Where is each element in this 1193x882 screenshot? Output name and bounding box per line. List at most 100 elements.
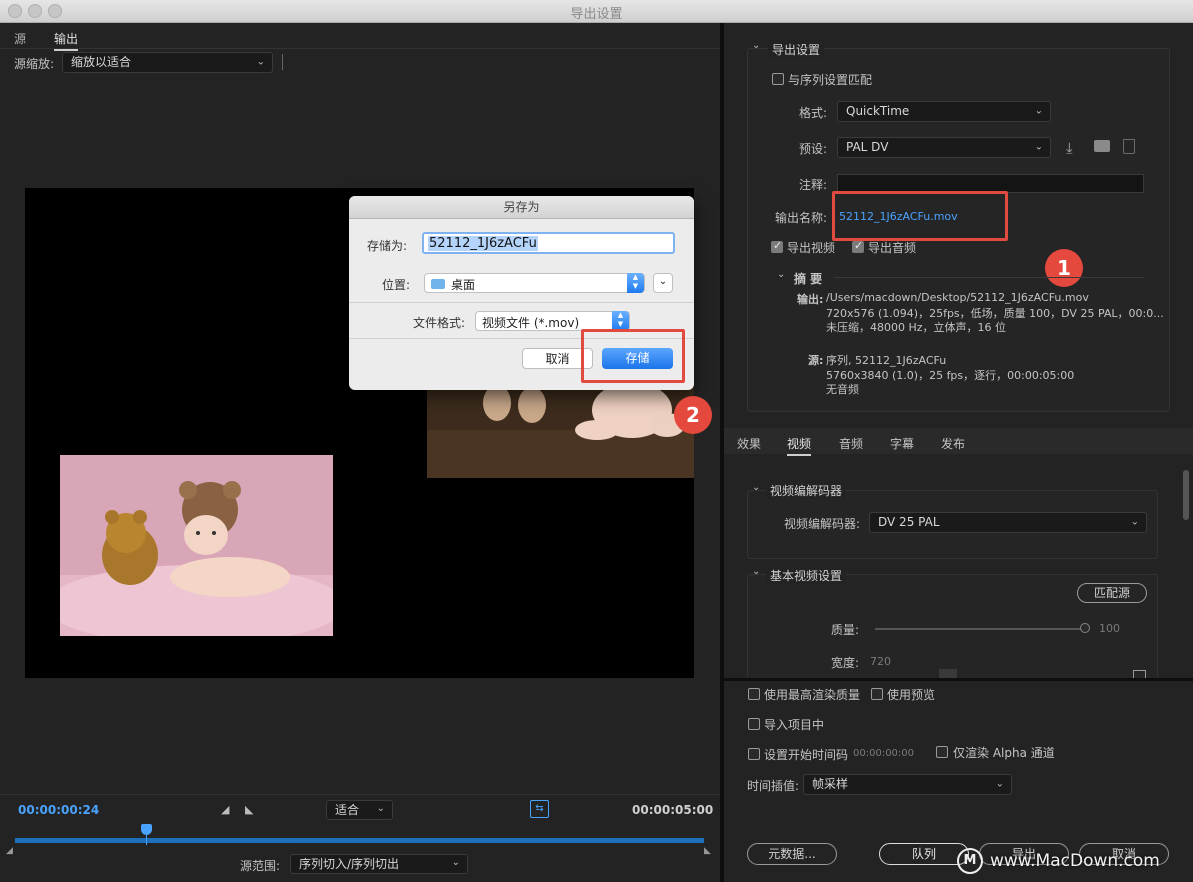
tab-audio[interactable]: 音频 bbox=[839, 435, 863, 452]
chevron-down-icon: ⌄ bbox=[451, 857, 460, 869]
highlight-output-name bbox=[832, 191, 1008, 241]
chevron-down-icon: ⌄ bbox=[1034, 141, 1043, 153]
playhead-line bbox=[146, 835, 147, 845]
import-project-label: 导入项目中 bbox=[764, 718, 825, 732]
filename-input[interactable]: 52112_1J6zACFu bbox=[422, 232, 675, 254]
location-value: 桌面 bbox=[451, 278, 476, 292]
expand-dialog-button[interactable]: ⌄ bbox=[653, 273, 673, 293]
step-badge-2: 2 bbox=[674, 396, 712, 434]
set-start-timecode-label: 设置开始时间码 bbox=[764, 748, 849, 762]
max-render-quality-checkbox[interactable] bbox=[748, 688, 760, 700]
summary-output-label: 输出: bbox=[797, 293, 824, 306]
macdown-logo-icon: M bbox=[957, 848, 983, 874]
file-format-value: 视频文件 (*.mov) bbox=[482, 316, 580, 330]
tab-source[interactable]: 源 bbox=[14, 30, 26, 47]
preset-select[interactable]: PAL DV ⌄ bbox=[837, 137, 1051, 158]
format-select[interactable]: QuickTime ⌄ bbox=[837, 101, 1051, 122]
preset-value: PAL DV bbox=[846, 140, 889, 154]
chevron-down-icon[interactable]: ⌄ bbox=[777, 269, 785, 280]
set-out-point-icon[interactable]: ◣ bbox=[245, 803, 253, 816]
chevron-down-icon: ⌄ bbox=[1034, 105, 1043, 117]
export-video-checkbox[interactable] bbox=[771, 239, 783, 253]
metadata-button[interactable]: 元数据... bbox=[747, 843, 837, 865]
width-value: 720 bbox=[870, 655, 891, 668]
time-interpolation-select[interactable]: 帧采样 ⌄ bbox=[803, 774, 1012, 795]
match-source-button[interactable]: 匹配源 bbox=[1077, 583, 1147, 603]
time-interpolation-label: 时间插值: bbox=[747, 779, 800, 793]
format-label: 格式: bbox=[799, 106, 828, 120]
time-interpolation-value: 帧采样 bbox=[812, 777, 849, 791]
source-scale-select[interactable]: 缩放以适合 ⌄ bbox=[62, 52, 273, 73]
chevron-down-icon[interactable]: ⌄ bbox=[752, 40, 760, 51]
aspect-correction-icon[interactable]: ⇆ bbox=[530, 800, 549, 818]
alpha-only-label: 仅渲染 Alpha 通道 bbox=[953, 746, 1055, 760]
dialog-divider bbox=[349, 302, 694, 303]
file-format-label: 文件格式: bbox=[413, 316, 466, 330]
tab-effects[interactable]: 效果 bbox=[737, 435, 761, 452]
quality-slider-thumb[interactable] bbox=[1080, 623, 1090, 633]
toolbar-separator bbox=[282, 54, 283, 70]
alpha-only-checkbox[interactable] bbox=[936, 746, 948, 758]
current-timecode[interactable]: 00:00:00:24 bbox=[18, 803, 99, 817]
timeline-range-bar[interactable] bbox=[15, 838, 704, 843]
import-preset-icon[interactable] bbox=[1094, 140, 1110, 152]
import-project-checkbox[interactable] bbox=[748, 718, 760, 730]
format-value: QuickTime bbox=[846, 104, 910, 118]
filename-value: 52112_1J6zACFu bbox=[428, 236, 538, 251]
set-start-timecode-checkbox[interactable] bbox=[748, 748, 760, 760]
chevron-down-icon: ⌄ bbox=[376, 803, 385, 815]
quality-value: 100 bbox=[1099, 622, 1120, 635]
video-codec-select[interactable]: DV 25 PAL ⌄ bbox=[869, 512, 1147, 533]
set-in-point-icon[interactable]: ◢ bbox=[221, 803, 229, 816]
file-format-select[interactable]: 视频文件 (*.mov) ▲ ▼ bbox=[475, 311, 630, 331]
basic-video-section-title: 基本视频设置 bbox=[766, 567, 847, 584]
chevron-down-icon[interactable]: ⌄ bbox=[752, 566, 760, 577]
source-range-value: 序列切入/序列切出 bbox=[299, 857, 400, 871]
location-select[interactable]: 桌面 ▲ ▼ bbox=[424, 273, 645, 293]
video-codec-value: DV 25 PAL bbox=[878, 515, 940, 529]
settings-scrollbar[interactable] bbox=[1183, 470, 1189, 520]
preset-label: 预设: bbox=[799, 142, 828, 156]
summary-title: 摘 要 bbox=[794, 272, 823, 286]
chevron-down-icon[interactable]: ⌄ bbox=[752, 482, 760, 493]
playhead[interactable] bbox=[141, 824, 152, 835]
source-range-select[interactable]: 序列切入/序列切出 ⌄ bbox=[290, 854, 468, 874]
chevron-down-icon: ⌄ bbox=[256, 56, 265, 68]
source-scale-label: 源缩放: bbox=[14, 57, 55, 71]
baby-photo-pink bbox=[60, 455, 333, 636]
quality-slider-track[interactable] bbox=[875, 628, 1085, 630]
video-codec-section-title: 视频编解码器 bbox=[766, 482, 847, 499]
summary-output-line: 未压缩，48000 Hz，立体声，16 位 bbox=[826, 321, 1007, 334]
output-name-label: 输出名称: bbox=[775, 211, 828, 225]
link-dimensions-icon[interactable] bbox=[939, 669, 957, 678]
queue-button[interactable]: 队列 bbox=[879, 843, 969, 865]
location-label: 位置: bbox=[382, 278, 411, 292]
chevron-down-icon: ⌄ bbox=[995, 778, 1004, 790]
start-timecode-value: 00:00:00:00 bbox=[853, 748, 915, 759]
summary-source-line: 5760x3840 (1.0)，25 fps，逐行，00:00:05:00 bbox=[826, 369, 1075, 382]
dimension-checkbox[interactable] bbox=[1133, 670, 1146, 678]
use-preview-checkbox[interactable] bbox=[871, 688, 883, 700]
save-as-label: 存储为: bbox=[367, 239, 408, 253]
summary-rule bbox=[834, 277, 1144, 278]
baby-photo-shoes bbox=[427, 385, 694, 478]
summary-source-label: 源: bbox=[808, 354, 824, 367]
out-point-marker-icon[interactable]: ◣ bbox=[704, 846, 711, 856]
save-preset-icon[interactable]: ⤓ bbox=[1066, 139, 1073, 157]
quality-label: 质量: bbox=[831, 623, 860, 637]
delete-preset-icon[interactable] bbox=[1123, 139, 1135, 154]
chevron-down-icon: ⌄ bbox=[658, 276, 668, 287]
tab-publish[interactable]: 发布 bbox=[941, 435, 965, 452]
width-label: 宽度: bbox=[831, 656, 860, 670]
tab-video[interactable]: 视频 bbox=[787, 435, 812, 456]
match-sequence-checkbox[interactable] bbox=[772, 73, 784, 85]
tab-captions[interactable]: 字幕 bbox=[890, 435, 914, 452]
in-point-marker-icon[interactable]: ◢ bbox=[6, 846, 13, 856]
summary-source-line: 无音频 bbox=[826, 383, 859, 396]
dialog-title: 另存为 bbox=[349, 196, 694, 219]
export-audio-checkbox[interactable] bbox=[852, 239, 864, 253]
watermark-text: www.MacDown.com bbox=[990, 851, 1160, 871]
comment-label: 注释: bbox=[799, 178, 828, 192]
bottom-divider bbox=[724, 678, 1193, 681]
fit-select[interactable]: 适合 ⌄ bbox=[326, 800, 393, 820]
